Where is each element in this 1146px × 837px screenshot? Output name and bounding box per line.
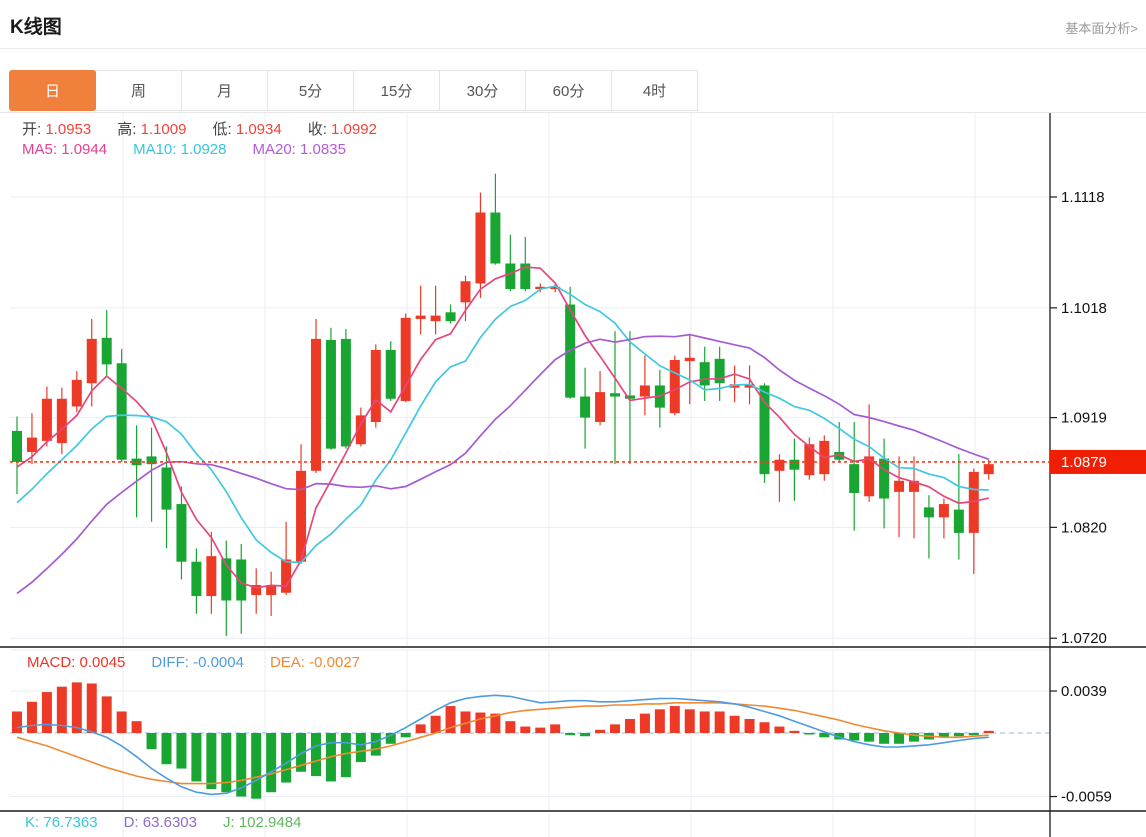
kdj-k-value: K: 76.7363: [25, 814, 98, 831]
ma10-line: [17, 286, 989, 562]
kline-chart-canvas[interactable]: 1.1118 1.1018 1.0919 1.0820 1.0720 0.0039 -0.0…: [0, 113, 1146, 837]
tab-30分[interactable]: 30分: [439, 70, 526, 111]
kdj-readout: K: 76.7363 D: 63.6303 J: 102.9484: [25, 814, 301, 831]
svg-text:1.0720: 1.0720: [1061, 630, 1107, 647]
fundamental-analysis-link[interactable]: 基本面分析>: [1065, 18, 1138, 37]
kdj-j-value: J: 102.9484: [223, 814, 301, 831]
tab-60分[interactable]: 60分: [525, 70, 612, 111]
ohlc-close: 收: 1.0992: [308, 118, 377, 139]
tab-月[interactable]: 月: [181, 70, 268, 111]
ohlc-open: 开: 1.0953: [22, 118, 91, 139]
ma5-line: [17, 267, 989, 588]
page-header: K线图 基本面分析>: [0, 0, 1146, 49]
chart-area: 1.1118 1.1018 1.0919 1.0820 1.0720 0.0039 -0.0…: [0, 113, 1146, 837]
svg-text:-0.0059: -0.0059: [1061, 789, 1112, 806]
interval-tabbar: 日周月5分15分30分60分4时: [0, 49, 1146, 113]
tab-15分[interactable]: 15分: [353, 70, 440, 111]
price-axis-labels: 1.1118 1.1018 1.0919 1.0820 1.0720 0.0039 -0.0…: [1050, 189, 1112, 806]
ma-readout: MA5: 1.0944 MA10: 1.0928 MA20: 1.0835: [22, 141, 346, 158]
macd-readout: MACD: 0.0045 DIFF: -0.0004 DEA: -0.0027: [27, 654, 360, 671]
ma20-line: [17, 335, 989, 594]
ohlc-readout: 开: 1.0953 高: 1.1009 低: 1.0934 收: 1.0992: [22, 118, 377, 139]
tab-5分[interactable]: 5分: [267, 70, 354, 111]
ma10-value: MA10: 1.0928: [133, 141, 226, 158]
svg-text:0.0039: 0.0039: [1061, 683, 1107, 700]
page-title: K线图: [10, 12, 62, 39]
current-price-badge-label: 1.0879: [1061, 454, 1107, 471]
dea-value: DEA: -0.0027: [270, 654, 360, 671]
macd-panel: [12, 682, 994, 798]
tab-周[interactable]: 周: [95, 70, 182, 111]
svg-text:1.1118: 1.1118: [1061, 189, 1105, 206]
ma20-value: MA20: 1.0835: [253, 141, 346, 158]
candlesticks: [12, 174, 994, 636]
tab-4时[interactable]: 4时: [611, 70, 698, 111]
ma5-value: MA5: 1.0944: [22, 141, 107, 158]
svg-text:1.0820: 1.0820: [1061, 519, 1107, 536]
interval-tabs: 日周月5分15分30分60分4时: [10, 70, 698, 111]
svg-text:1.1018: 1.1018: [1061, 300, 1107, 317]
kdj-d-value: D: 63.6303: [124, 814, 197, 831]
svg-text:1.0919: 1.0919: [1061, 410, 1107, 427]
diff-value: DIFF: -0.0004: [151, 654, 244, 671]
ohlc-high: 高: 1.1009: [117, 118, 186, 139]
tab-日[interactable]: 日: [9, 70, 96, 111]
ma-lines: [17, 267, 989, 593]
macd-value: MACD: 0.0045: [27, 654, 125, 671]
ohlc-low: 低: 1.0934: [212, 118, 281, 139]
